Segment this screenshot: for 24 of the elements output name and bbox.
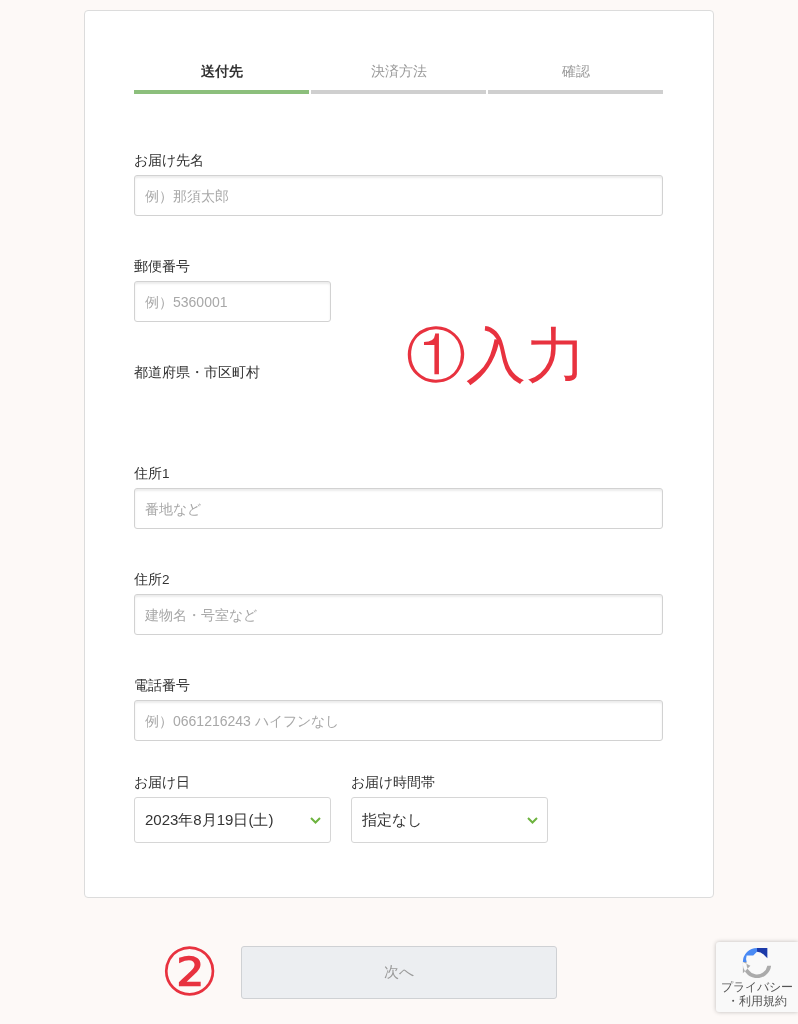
field-label: お届け時間帯 — [351, 774, 435, 792]
field-label: 住所2 — [134, 571, 170, 589]
input-field[interactable]: 番地など — [134, 488, 663, 529]
field-label: お届け日 — [134, 774, 190, 792]
field-label: 都道府県・市区町村 — [134, 364, 260, 382]
chevron-down-icon — [310, 816, 321, 824]
annotation-label: ①入力 — [406, 321, 586, 391]
input-field[interactable]: 例）那須太郎 — [134, 175, 663, 216]
input-field[interactable]: 例）5360001 — [134, 281, 331, 322]
dropdown-select[interactable]: 指定なし — [351, 797, 548, 843]
input-field[interactable]: 例）0661216243 ハイフンなし — [134, 700, 663, 741]
select-value: 2023年8月19日(土) — [145, 810, 274, 830]
select-value: 指定なし — [362, 810, 422, 830]
annotation-number: ② — [160, 937, 219, 1007]
field-label: 郵便番号 — [134, 258, 190, 276]
field-label: 電話番号 — [134, 677, 190, 695]
step-tab[interactable]: 送付先 — [134, 60, 309, 94]
circular-arrows-icon — [741, 946, 773, 978]
input-field[interactable]: 建物名・号室など — [134, 594, 663, 635]
field-label: 住所1 — [134, 465, 170, 483]
field-label: お届け先名 — [134, 152, 204, 170]
dropdown-select[interactable]: 2023年8月19日(土) — [134, 797, 331, 843]
chevron-down-icon — [527, 816, 538, 824]
privacy-link[interactable]: プライバシー・利用規約 — [719, 980, 795, 1008]
